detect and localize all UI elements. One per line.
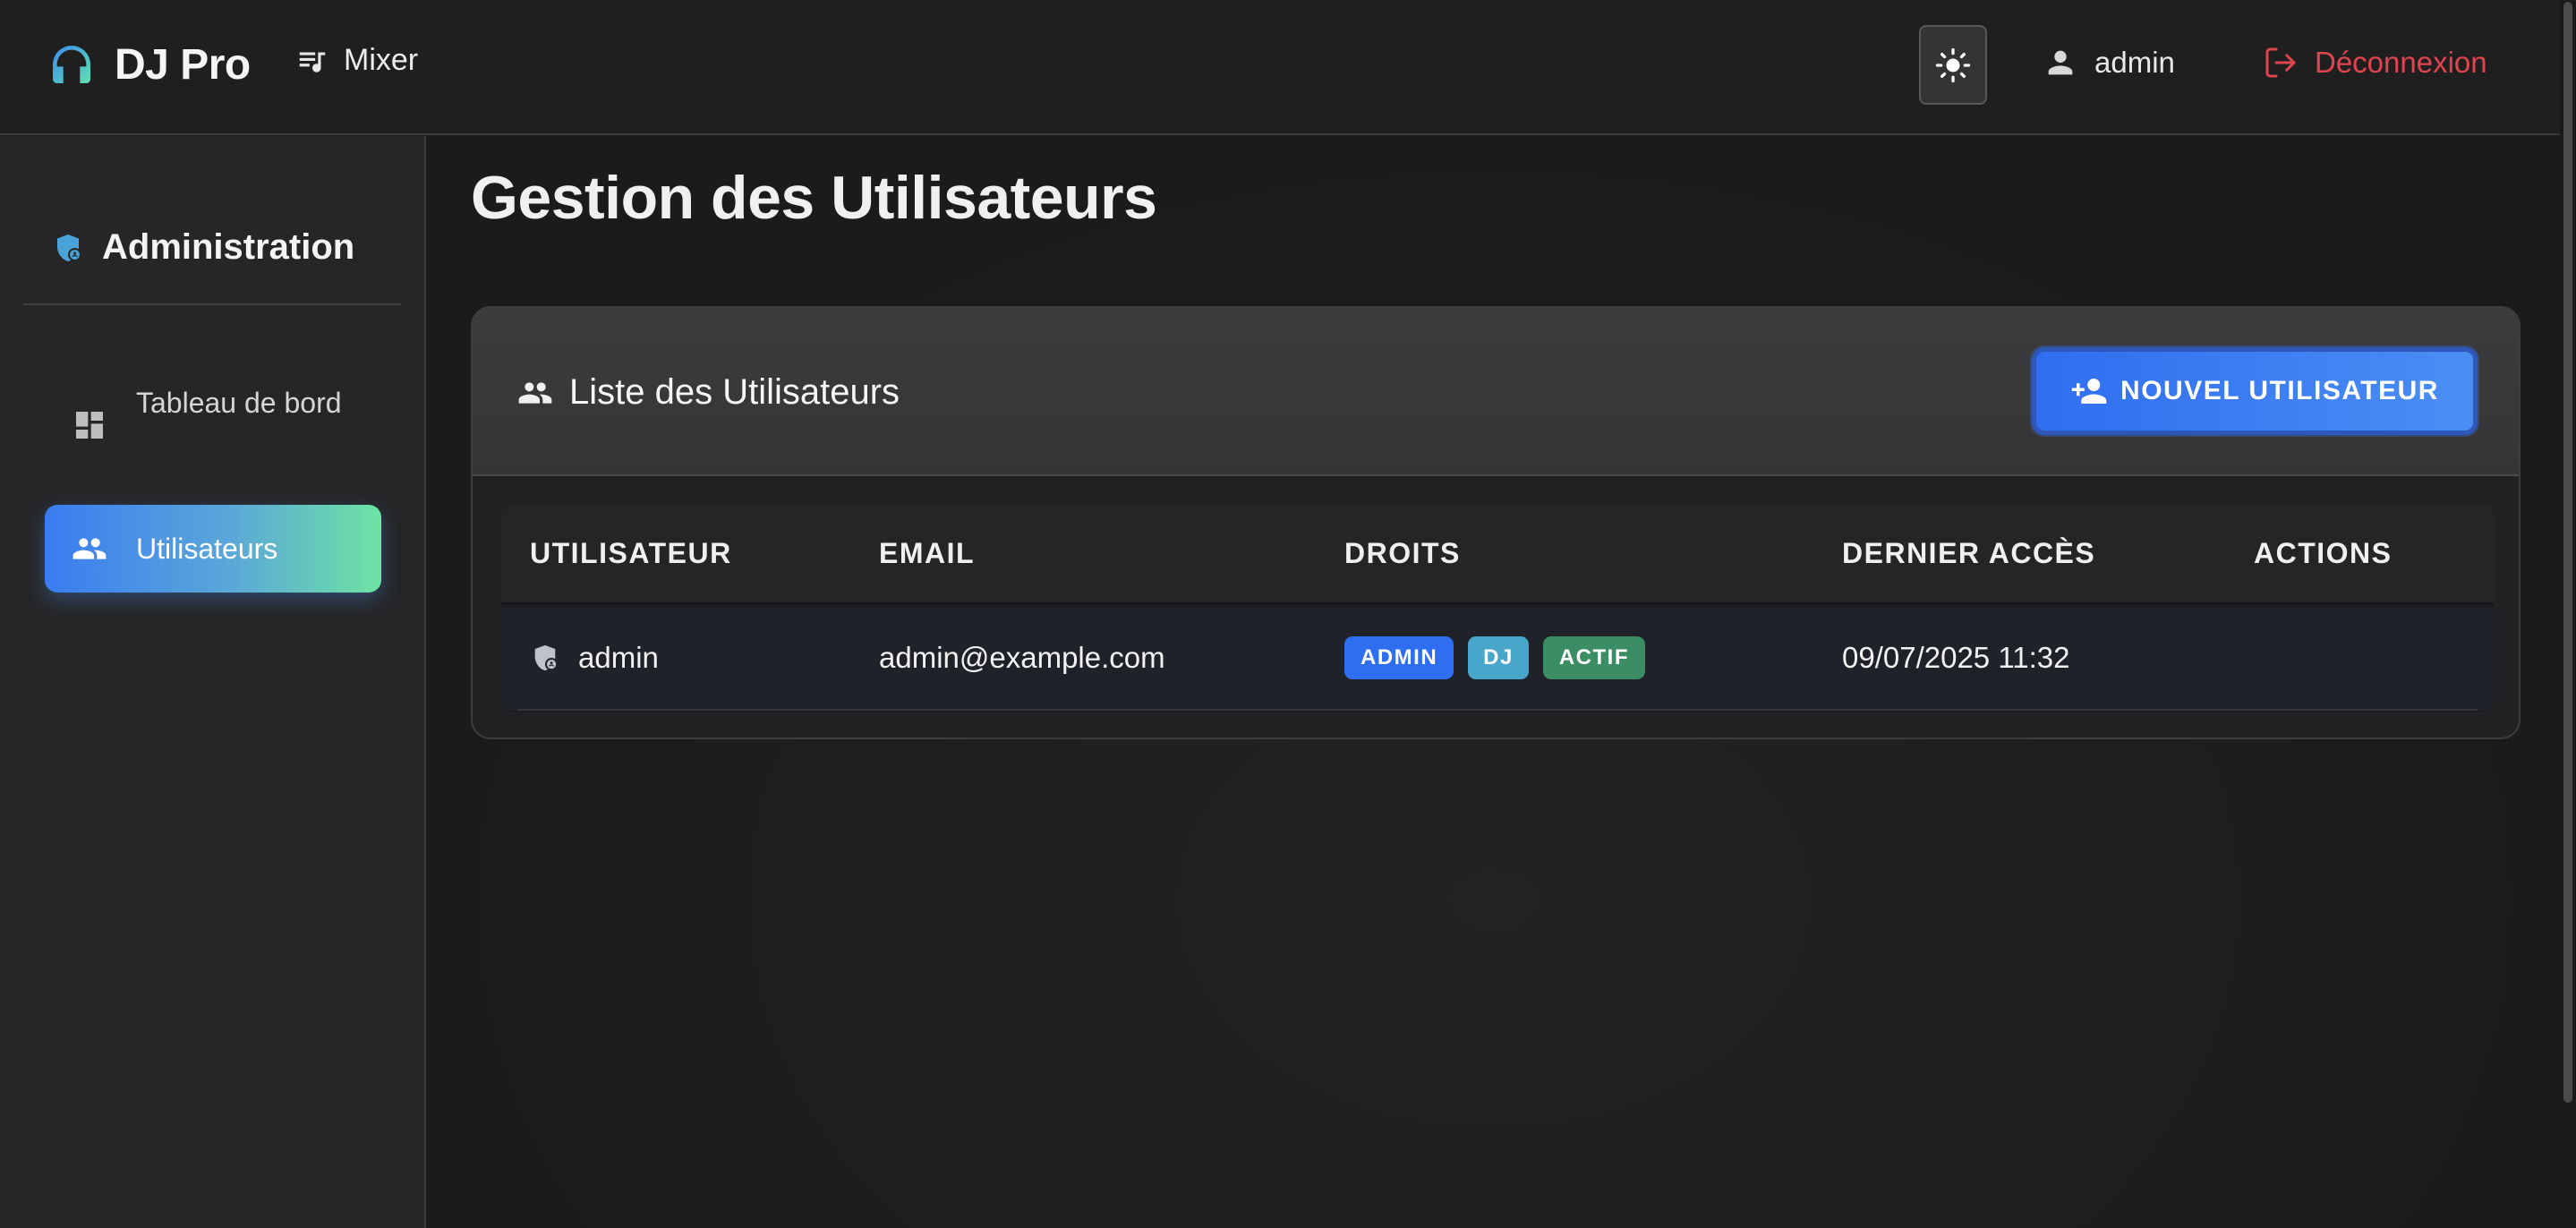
nav-user-menu[interactable]: admin	[2043, 45, 2175, 81]
person-icon	[2043, 45, 2078, 81]
badge-dj: DJ	[1468, 636, 1529, 679]
person-add-icon	[2070, 372, 2108, 410]
row-divider	[517, 709, 2478, 711]
dashboard-icon	[72, 407, 107, 443]
users-icon	[517, 375, 553, 411]
admin-shield-icon	[52, 232, 84, 264]
sidebar-title: Administration	[52, 227, 354, 268]
queue-music-icon	[295, 44, 329, 78]
top-navbar: DJ Pro Mixer admin Déconnexion	[0, 0, 2560, 135]
email-text: admin@example.com	[879, 641, 1165, 674]
new-user-button-label: NOUVEL UTILISATEUR	[2120, 376, 2439, 405]
column-header-actions: ACTIONS	[2254, 537, 2393, 569]
brand-name: DJ Pro	[115, 40, 251, 89]
table-row[interactable]: admin admin@example.com ADMIN DJ ACTIF 0…	[501, 607, 2494, 711]
sidebar-item-label: Tableau de bord	[136, 387, 342, 419]
headphones-icon	[47, 39, 97, 90]
column-header-email[interactable]: EMAIL	[879, 537, 975, 570]
logout-button[interactable]: Déconnexion	[2263, 45, 2487, 81]
sidebar: Administration Tableau de bord Utilisate…	[0, 136, 426, 1228]
scrollbar-thumb[interactable]	[2563, 2, 2572, 1103]
admin-shield-icon	[530, 643, 560, 673]
last-access-text: 09/07/2025 11:32	[1842, 641, 2070, 674]
badge-active: ACTIF	[1542, 636, 1645, 679]
sidebar-divider	[23, 303, 401, 305]
sun-icon	[1935, 47, 1971, 83]
badge-admin: ADMIN	[1344, 636, 1454, 679]
users-table: UTILISATEUR EMAIL DROITS DERNIER ACCÈS A…	[501, 503, 2494, 712]
cell-email: admin@example.com	[879, 641, 1165, 675]
cell-rights: ADMIN DJ ACTIF	[1344, 636, 1659, 679]
cell-username: admin	[530, 641, 659, 675]
page-title: Gestion des Utilisateurs	[471, 164, 1157, 232]
sidebar-item-label: Utilisateurs	[136, 533, 278, 565]
column-header-last-access[interactable]: DERNIER ACCÈS	[1842, 537, 2095, 570]
card-title-label: Liste des Utilisateurs	[569, 372, 900, 412]
table-header: UTILISATEUR EMAIL DROITS DERNIER ACCÈS A…	[501, 503, 2494, 605]
card-header: Liste des Utilisateurs NOUVEL UTILISATEU…	[473, 308, 2519, 476]
sidebar-item-users[interactable]: Utilisateurs	[45, 505, 381, 593]
nav-mixer-label: Mixer	[344, 43, 419, 77]
theme-toggle-button[interactable]	[1919, 25, 1987, 105]
sidebar-title-label: Administration	[102, 227, 355, 267]
new-user-button[interactable]: NOUVEL UTILISATEUR	[2032, 347, 2478, 435]
nav-username: admin	[2094, 46, 2175, 79]
page-scrollbar[interactable]	[2560, 0, 2576, 1228]
logout-label: Déconnexion	[2315, 46, 2487, 79]
users-card: Liste des Utilisateurs NOUVEL UTILISATEU…	[471, 306, 2521, 739]
column-header-user[interactable]: UTILISATEUR	[530, 537, 732, 570]
column-header-rights[interactable]: DROITS	[1344, 537, 1461, 570]
nav-mixer-link[interactable]: Mixer	[295, 43, 418, 78]
card-title: Liste des Utilisateurs	[517, 372, 900, 413]
username-text: admin	[578, 641, 659, 674]
main-content: Gestion des Utilisateurs Liste des Utili…	[428, 136, 2560, 1228]
cell-last-access: 09/07/2025 11:32	[1842, 641, 2069, 675]
brand[interactable]: DJ Pro	[47, 39, 251, 90]
users-icon	[72, 531, 107, 567]
logout-icon	[2263, 45, 2299, 81]
sidebar-item-dashboard[interactable]: Tableau de bord	[45, 376, 381, 474]
